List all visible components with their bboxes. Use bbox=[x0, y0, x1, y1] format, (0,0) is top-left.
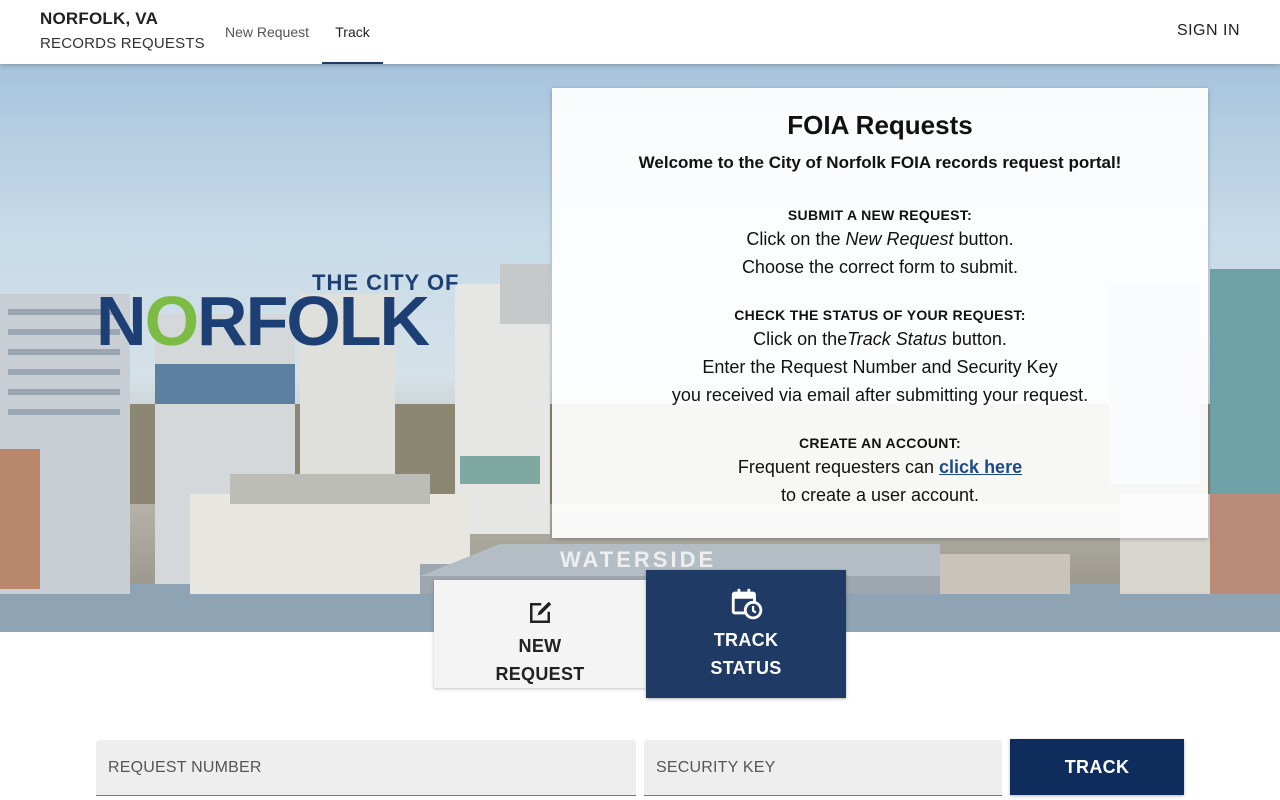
label-line: STATUS bbox=[710, 658, 782, 678]
city-of-norfolk-logo: THE CITY OF NORFOLK bbox=[96, 270, 516, 356]
tab-track[interactable]: Track bbox=[322, 0, 383, 64]
logo-n: N bbox=[96, 282, 147, 360]
security-key-field bbox=[644, 740, 1002, 796]
site-brand[interactable]: NORFOLK, VA RECORDS REQUESTS bbox=[40, 9, 205, 52]
account-line-1: Frequent requesters can click here bbox=[552, 453, 1208, 481]
card-title: FOIA Requests bbox=[787, 110, 973, 140]
brand-subtitle: RECORDS REQUESTS bbox=[40, 35, 205, 52]
logo-norfolk-text: NORFOLK bbox=[96, 286, 430, 356]
foia-info-card: FOIA Requests Welcome to the City of Nor… bbox=[552, 88, 1208, 538]
text: button. bbox=[953, 229, 1014, 249]
create-account-heading: CREATE AN ACCOUNT: bbox=[799, 435, 961, 451]
tab-new-request[interactable]: New Request bbox=[212, 0, 322, 64]
track-status-button[interactable]: TRACK STATUS bbox=[646, 570, 846, 698]
text: Click on the bbox=[746, 229, 846, 249]
text: button. bbox=[946, 329, 1007, 349]
check-line-1: Click on theTrack Status button. bbox=[552, 325, 1208, 353]
top-app-bar: NORFOLK, VA RECORDS REQUESTS New Request… bbox=[0, 0, 1280, 64]
request-number-input[interactable] bbox=[96, 740, 636, 795]
label-line: NEW bbox=[518, 636, 562, 656]
text: Frequent requesters can bbox=[737, 457, 940, 477]
welcome-text: Welcome to the City of Norfolk FOIA reco… bbox=[638, 153, 1122, 172]
security-key-input[interactable] bbox=[644, 740, 1002, 795]
track-status-emphasis: Track Status bbox=[847, 329, 947, 349]
logo-rfolk: RFOLK bbox=[197, 282, 430, 360]
track-submit-button[interactable]: TRACK bbox=[1010, 739, 1184, 795]
new-request-button[interactable]: NEW REQUEST bbox=[434, 580, 646, 688]
label-line: REQUEST bbox=[495, 664, 585, 684]
track-status-label: TRACK STATUS bbox=[646, 626, 846, 682]
submit-line-1: Click on the New Request button. bbox=[552, 225, 1208, 253]
brand-city: NORFOLK, VA bbox=[40, 9, 159, 28]
calendar-clock-icon bbox=[731, 588, 763, 620]
submit-line-2: Choose the correct form to submit. bbox=[741, 257, 1019, 277]
request-number-field bbox=[96, 740, 636, 796]
new-request-label: NEW REQUEST bbox=[434, 632, 646, 688]
svg-text:WATERSIDE: WATERSIDE bbox=[560, 547, 716, 572]
account-line-2: to create a user account. bbox=[780, 485, 980, 505]
create-account-link[interactable]: click here bbox=[939, 457, 1022, 477]
check-status-heading: CHECK THE STATUS OF YOUR REQUEST: bbox=[734, 307, 1026, 323]
check-line-3: you received via email after submitting … bbox=[671, 385, 1089, 405]
label-line: TRACK bbox=[713, 630, 779, 650]
new-request-emphasis: New Request bbox=[845, 229, 954, 249]
submit-heading: SUBMIT A NEW REQUEST: bbox=[787, 207, 973, 223]
text: Click on the bbox=[753, 329, 848, 349]
check-line-2: Enter the Request Number and Security Ke… bbox=[702, 357, 1058, 377]
sign-in-button[interactable]: SIGN IN bbox=[1177, 0, 1240, 64]
edit-icon bbox=[530, 601, 552, 623]
logo-o: O bbox=[144, 282, 199, 360]
